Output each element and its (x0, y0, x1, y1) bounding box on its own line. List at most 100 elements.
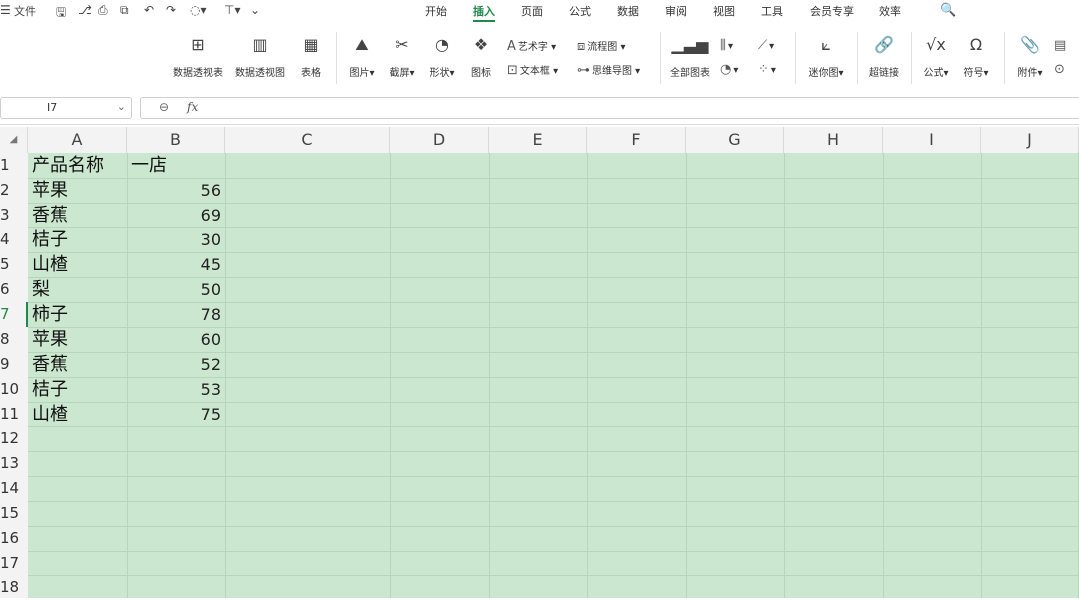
row-header[interactable]: 17 (0, 551, 28, 576)
print-icon[interactable]: ⎙ (98, 3, 108, 18)
tab-review[interactable]: 审阅 (665, 3, 687, 19)
row-header[interactable]: 6 (0, 277, 28, 302)
cell-a1[interactable]: 产品名称 (32, 153, 104, 178)
row-header[interactable]: 15 (0, 501, 28, 526)
column-header-c[interactable]: C (225, 127, 390, 153)
hyperlink-button[interactable]: 🔗 超链接 (866, 24, 902, 79)
select-all-corner[interactable]: ◢ (0, 127, 28, 153)
textbox-button[interactable]: ⊡ 文本框 ▾ (507, 62, 558, 78)
tab-formula[interactable]: 公式 (569, 3, 591, 19)
row-header[interactable]: 3 (0, 203, 28, 228)
cell-sales-value[interactable]: 53 (129, 377, 221, 402)
tab-start[interactable]: 开始 (425, 3, 447, 19)
row-header[interactable]: 4 (0, 227, 28, 252)
tab-data[interactable]: 数据 (617, 3, 639, 19)
cell-sales-value[interactable]: 78 (129, 302, 221, 327)
table-button[interactable]: ▦ 表格 (296, 24, 326, 79)
column-header-j[interactable]: J (981, 127, 1079, 153)
row-header[interactable]: 11 (0, 402, 28, 427)
cell-sales-value[interactable]: 50 (129, 277, 221, 302)
cell-product-name[interactable]: 香蕉 (32, 203, 68, 228)
icon-library-button[interactable]: ❖ 图标 (466, 24, 496, 79)
row-header[interactable]: 5 (0, 252, 28, 277)
column-header-e[interactable]: E (489, 127, 587, 153)
cell-sales-value[interactable]: 60 (129, 327, 221, 352)
tab-insert[interactable]: 插入 (473, 3, 495, 19)
menu-icon[interactable]: ☰ (0, 3, 11, 17)
file-menu[interactable]: 文件 (14, 3, 36, 19)
formula-button[interactable]: √x 公式▾ (918, 24, 954, 79)
sparkline-button[interactable]: ⟀ 迷你图▾ (804, 24, 848, 79)
screenshot-button[interactable]: ✂ 截屏▾ (384, 24, 420, 79)
scatter-chart-dropdown[interactable]: ⁘ ▾ (758, 62, 776, 77)
customize-icon[interactable]: ⊤▾ (224, 3, 240, 17)
redo-icon[interactable]: ↷ (166, 3, 176, 17)
cell-b1[interactable]: 一店 (131, 153, 167, 178)
name-box[interactable]: I7 ⌄ (0, 97, 132, 119)
column-header-h[interactable]: H (784, 127, 883, 153)
cell-product-name[interactable]: 桔子 (32, 227, 68, 252)
wordart-button[interactable]: A 艺术字 ▾ (507, 38, 556, 54)
symbol-button[interactable]: Ω 符号▾ (958, 24, 994, 79)
cell-product-name[interactable]: 苹果 (32, 327, 68, 352)
format-painter-icon[interactable]: ◌▾ (190, 3, 207, 17)
mindmap-button[interactable]: ⊶ 思维导图 ▾ (577, 62, 640, 78)
row-header[interactable]: 10 (0, 377, 28, 402)
column-header-a[interactable]: A (28, 127, 127, 153)
search-icon[interactable]: 🔍 (940, 3, 956, 18)
row-header[interactable]: 9 (0, 352, 28, 377)
pivot-chart-button[interactable]: ▥ 数据透视图 (232, 24, 288, 79)
camera-button[interactable]: ⊙ (1054, 62, 1067, 77)
header-footer-button[interactable]: ▤ (1054, 38, 1068, 53)
row-header[interactable]: 2 (0, 178, 28, 203)
cell-sales-value[interactable]: 45 (129, 252, 221, 277)
row-header[interactable]: 13 (0, 451, 28, 476)
column-header-f[interactable]: F (587, 127, 686, 153)
more-icon[interactable]: ⌄ (250, 3, 260, 17)
chevron-down-icon[interactable]: ⌄ (117, 100, 126, 113)
row-header[interactable]: 12 (0, 426, 28, 451)
all-charts-button[interactable]: ▁▃▅ 全部图表 (668, 24, 712, 79)
cell-product-name[interactable]: 桔子 (32, 377, 68, 402)
row-header[interactable]: 8 (0, 327, 28, 352)
cell-sales-value[interactable]: 75 (129, 402, 221, 427)
pivot-table-button[interactable]: ⊞ 数据透视表 (170, 24, 226, 79)
column-header-b[interactable]: B (127, 127, 225, 153)
column-header-g[interactable]: G (686, 127, 784, 153)
cell-product-name[interactable]: 香蕉 (32, 352, 68, 377)
row-header-active[interactable]: 7 (0, 302, 28, 327)
picture-button[interactable]: ⛰ 图片▾ (344, 24, 380, 79)
column-chart-dropdown[interactable]: ⫼ ▾ (720, 38, 733, 53)
cell-sales-value[interactable]: 69 (129, 203, 221, 228)
share-icon[interactable]: ⎇ (78, 3, 92, 17)
line-chart-dropdown[interactable]: ⟋ ▾ (758, 38, 774, 53)
row-header[interactable]: 14 (0, 476, 28, 501)
print-preview-icon[interactable]: ⧉ (120, 3, 129, 18)
save-icon[interactable]: 🖫 (56, 3, 66, 24)
tab-view[interactable]: 视图 (713, 3, 735, 19)
tab-efficiency[interactable]: 效率 (879, 3, 901, 19)
undo-icon[interactable]: ↶ (144, 3, 154, 17)
cell-product-name[interactable]: 柿子 (32, 302, 68, 327)
tab-page[interactable]: 页面 (521, 3, 543, 19)
cell-product-name[interactable]: 苹果 (32, 178, 68, 203)
cell-product-name[interactable]: 梨 (32, 277, 50, 302)
zoom-icon[interactable]: ⊖ (159, 100, 169, 114)
row-header[interactable]: 1 (0, 153, 28, 178)
shape-button[interactable]: ◔ 形状▾ (424, 24, 460, 79)
flowchart-button[interactable]: ⧈ 流程图 ▾ (577, 38, 625, 54)
fx-icon[interactable]: fx (187, 100, 198, 114)
pie-chart-dropdown[interactable]: ◔ ▾ (720, 62, 738, 77)
row-header[interactable]: 16 (0, 526, 28, 551)
cell-product-name[interactable]: 山楂 (32, 252, 68, 277)
column-header-d[interactable]: D (390, 127, 489, 153)
attachment-button[interactable]: 📎 附件▾ (1012, 24, 1048, 79)
formula-input[interactable]: ⊖ fx (140, 97, 1079, 119)
row-header[interactable]: 18 (0, 575, 28, 600)
tab-member[interactable]: 会员专享 (810, 3, 854, 19)
cell-sales-value[interactable]: 56 (129, 178, 221, 203)
cell-product-name[interactable]: 山楂 (32, 402, 68, 427)
tab-tools[interactable]: 工具 (761, 3, 783, 19)
cell-sales-value[interactable]: 30 (129, 227, 221, 252)
cell-grid[interactable]: 产品名称 一店 苹果 56 香蕉 69 桔子 30 山楂 45 梨 50 柿子 … (28, 153, 1079, 598)
